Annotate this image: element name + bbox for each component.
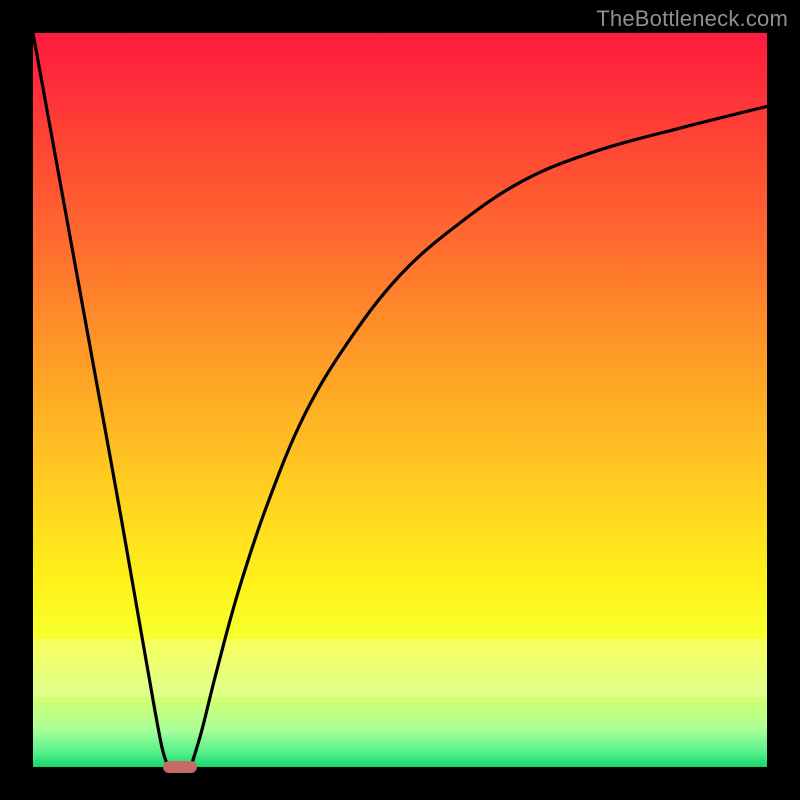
curve-right-branch bbox=[191, 106, 767, 767]
chart-frame: TheBottleneck.com bbox=[0, 0, 800, 800]
minimum-marker bbox=[163, 761, 197, 773]
curve-svg bbox=[33, 33, 767, 767]
highlight-band bbox=[33, 639, 767, 698]
curve-left-branch bbox=[33, 33, 169, 767]
watermark-text: TheBottleneck.com bbox=[596, 6, 788, 32]
plot-area bbox=[33, 33, 767, 767]
